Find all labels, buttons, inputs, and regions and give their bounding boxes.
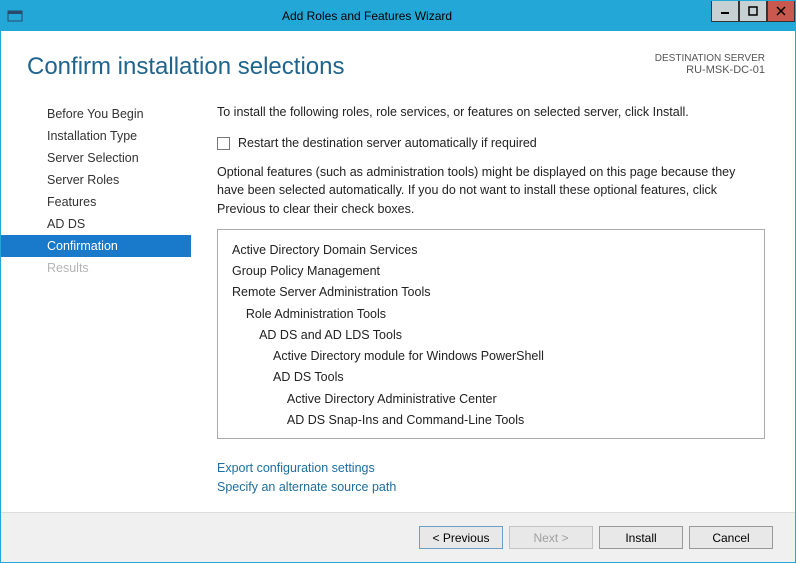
close-button[interactable]: [767, 1, 795, 22]
sidebar-item-before-you-begin[interactable]: Before You Begin: [1, 103, 191, 125]
intro-text: To install the following roles, role ser…: [217, 103, 765, 122]
list-item: Active Directory module for Windows Powe…: [232, 346, 750, 367]
sidebar-item-server-roles[interactable]: Server Roles: [1, 169, 191, 191]
next-button: Next >: [509, 526, 593, 549]
list-item: AD DS Tools: [232, 367, 750, 388]
app-icon: [7, 8, 23, 24]
maximize-button[interactable]: [739, 1, 767, 22]
page-title: Confirm installation selections: [27, 53, 344, 81]
list-item: Active Directory Domain Services: [232, 240, 750, 261]
links-section: Export configuration settings Specify an…: [217, 459, 765, 497]
install-button[interactable]: Install: [599, 526, 683, 549]
optional-text: Optional features (such as administratio…: [217, 163, 765, 219]
sidebar-item-confirmation[interactable]: Confirmation: [1, 235, 191, 257]
destination-value: RU-MSK-DC-01: [655, 64, 765, 76]
list-item: Role Administration Tools: [232, 304, 750, 325]
cancel-button[interactable]: Cancel: [689, 526, 773, 549]
alternate-source-link[interactable]: Specify an alternate source path: [217, 478, 765, 497]
restart-label: Restart the destination server automatic…: [238, 134, 537, 153]
sidebar-item-server-selection[interactable]: Server Selection: [1, 147, 191, 169]
restart-row: Restart the destination server automatic…: [217, 134, 765, 153]
features-list[interactable]: Active Directory Domain Services Group P…: [217, 229, 765, 439]
footer: < Previous Next > Install Cancel: [1, 512, 795, 562]
list-item: Active Directory Administrative Center: [232, 389, 750, 410]
destination-label: DESTINATION SERVER: [655, 53, 765, 64]
list-item: AD DS and AD LDS Tools: [232, 325, 750, 346]
restart-checkbox[interactable]: [217, 137, 230, 150]
sidebar-item-installation-type[interactable]: Installation Type: [1, 125, 191, 147]
sidebar-item-results: Results: [1, 257, 191, 279]
list-item: Remote Server Administration Tools: [232, 282, 750, 303]
window-title: Add Roles and Features Wizard: [23, 9, 711, 23]
header: Confirm installation selections DESTINAT…: [1, 31, 795, 99]
list-item: Group Policy Management: [232, 261, 750, 282]
wizard-window: Add Roles and Features Wizard Confirm in…: [0, 0, 796, 563]
sidebar-item-ad-ds[interactable]: AD DS: [1, 213, 191, 235]
previous-button[interactable]: < Previous: [419, 526, 503, 549]
main-content: To install the following roles, role ser…: [191, 99, 795, 489]
sidebar: Before You Begin Installation Type Serve…: [1, 99, 191, 489]
export-settings-link[interactable]: Export configuration settings: [217, 459, 765, 478]
destination-server: DESTINATION SERVER RU-MSK-DC-01: [655, 53, 765, 76]
list-item: AD DS Snap-Ins and Command-Line Tools: [232, 410, 750, 431]
titlebar[interactable]: Add Roles and Features Wizard: [1, 1, 795, 31]
sidebar-item-features[interactable]: Features: [1, 191, 191, 213]
window-controls: [711, 1, 795, 22]
minimize-button[interactable]: [711, 1, 739, 22]
